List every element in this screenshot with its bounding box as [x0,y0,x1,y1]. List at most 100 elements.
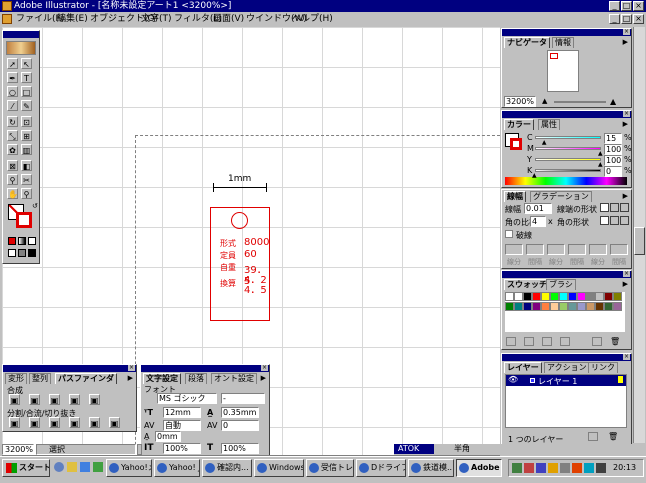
channel-slider-m[interactable] [535,147,601,150]
leading-field[interactable]: 0.35mm [221,407,259,418]
delete-layer-icon[interactable]: 🗑 [608,432,618,441]
navigator-thumbnail[interactable] [547,50,579,92]
pencil-tool-icon[interactable]: ✎ [21,100,32,111]
layers-close-button[interactable]: × [623,354,630,360]
swatch-18[interactable] [541,302,550,311]
quick-launch-channel-icon[interactable] [93,462,103,472]
channel-value-k[interactable]: 0 [604,166,622,177]
red-card-artwork[interactable]: 形式 8000 定員 60 自重 39．5 換算 4．2 4．5 [210,207,270,321]
start-button[interactable]: スタート [2,459,50,477]
swatch-7[interactable] [559,292,568,301]
rotate-tool-icon[interactable]: ↻ [7,116,18,127]
type-close-button[interactable]: × [261,365,268,371]
venus-logo-icon[interactable] [6,41,36,55]
direct-selection-tool-icon[interactable]: ↖ [21,58,32,69]
swatch-3[interactable] [523,292,532,301]
navigator-zoom-field[interactable]: 3200% [504,96,536,107]
ime-mode[interactable]: 半角 [454,444,470,454]
taskbar-button-1[interactable]: Yahoo!メ... [106,459,152,477]
swatch-23[interactable] [586,302,595,311]
symbol-tool-icon[interactable]: ✿ [7,144,18,155]
swatch-8[interactable] [568,292,577,301]
maximize-button[interactable]: □ [621,1,632,11]
baseline-field[interactable]: 0mm [155,431,181,442]
taskbar-button-3[interactable]: 確認内... [202,459,252,477]
tab-font-settings[interactable]: オント設定 [211,373,257,384]
tab-stroke[interactable]: 線幅 [504,191,526,202]
swatch-14[interactable] [505,302,514,311]
swatch-24[interactable] [595,302,604,311]
eyedropper-tool-icon[interactable]: ⚲ [7,174,18,185]
tab-layers[interactable]: レイヤー [504,362,542,373]
channel-thumb-k[interactable]: ▲ [532,172,537,179]
tab-paragraph[interactable]: 段落 [185,373,207,384]
minus-back-button[interactable]: ▣ [89,394,100,405]
channel-thumb-y[interactable]: ▲ [598,161,603,168]
hand-tool-icon[interactable]: ✋ [7,188,18,199]
trash-icon[interactable]: 🗑 [610,337,620,346]
tab-info[interactable]: 情報 [552,37,574,48]
miter-join-button[interactable] [600,216,609,225]
speaker-icon[interactable] [596,463,606,473]
tab-transform[interactable]: 変形 [5,373,27,384]
swatch-5[interactable] [541,292,550,301]
miter-field[interactable]: 4 [530,216,546,227]
dash-field-6[interactable] [610,244,628,255]
tab-character[interactable]: 文字設定 [143,373,181,384]
layer-name[interactable]: レイヤー 1 [538,376,577,387]
type-menu-icon[interactable]: ▶ [261,374,266,382]
round-join-button[interactable] [610,216,619,225]
tray-icon-4[interactable] [548,463,558,473]
show-gradient-swatches-button[interactable] [542,337,552,346]
exclude-button[interactable]: ▣ [49,394,60,405]
swatch-13[interactable] [613,292,622,301]
swatch-close-button[interactable]: × [623,271,630,277]
rectangle-tool-icon[interactable]: □ [21,86,32,97]
show-pattern-swatches-button[interactable] [560,337,570,346]
tray-icon-7[interactable] [584,463,594,473]
swatch-17[interactable] [532,302,541,311]
tab-pathfinder[interactable]: パスファインダ [55,373,117,384]
vertical-scale-field[interactable]: 100% [163,443,201,454]
scissors-tool-icon[interactable]: ✂ [21,174,32,185]
channel-slider-k[interactable] [535,169,601,172]
dash-field-2[interactable] [526,244,544,255]
dash-field-3[interactable] [547,244,565,255]
warp-tool-icon[interactable]: ⤡ [7,130,18,141]
graph-tool-icon[interactable]: ▥ [21,144,32,155]
menu-view[interactable]: 画面(V) [213,13,244,25]
zoom-tool-icon[interactable]: ⚲ [21,188,32,199]
eye-icon[interactable]: 👁 [508,375,518,384]
color-mode-icon[interactable] [8,237,16,245]
taskbar-button-6[interactable]: Dドライブ... [356,459,406,477]
quick-launch-outlook-icon[interactable] [67,462,77,472]
swatch-19[interactable] [550,302,559,311]
tray-icon-3[interactable] [536,463,546,473]
swap-fill-stroke-icon[interactable]: ↺ [32,202,38,210]
clock[interactable]: 20:13 [613,463,636,472]
merge-button[interactable]: ▣ [49,417,60,428]
brush-tool-icon[interactable]: ⁄ [7,100,18,111]
standard-screen-icon[interactable] [8,249,16,257]
tab-navigator[interactable]: ナビゲータ [504,37,550,48]
ellipse-tool-icon[interactable]: ○ [7,86,18,97]
status-zoom[interactable]: 3200% [2,444,34,455]
scale-tool-icon[interactable]: ⊡ [21,116,32,127]
taskbar-button-7[interactable]: 鉄道模... [408,459,454,477]
channel-value-y[interactable]: 100 [604,155,622,166]
swatch-22[interactable] [577,302,586,311]
tab-swatches[interactable]: スウォッチ [504,279,550,290]
swatch-6[interactable] [550,292,559,301]
menu-type[interactable]: 文字(T) [141,13,172,25]
tray-icon-6[interactable] [572,463,582,473]
tab-gradient[interactable]: グラデーション [530,191,592,202]
channel-thumb-m[interactable]: ▲ [598,150,603,157]
pathfinder-close-button[interactable]: × [128,365,135,371]
layer-row[interactable]: 👁 レイヤー 1 [506,375,626,386]
tab-links[interactable]: リンク [588,362,618,373]
doc-restore-button[interactable]: □ [621,14,632,24]
swatch-1[interactable] [505,292,514,301]
font-family-field[interactable]: MS ゴシック [157,393,217,404]
document-icon[interactable] [2,14,12,24]
swatch-20[interactable] [559,302,568,311]
